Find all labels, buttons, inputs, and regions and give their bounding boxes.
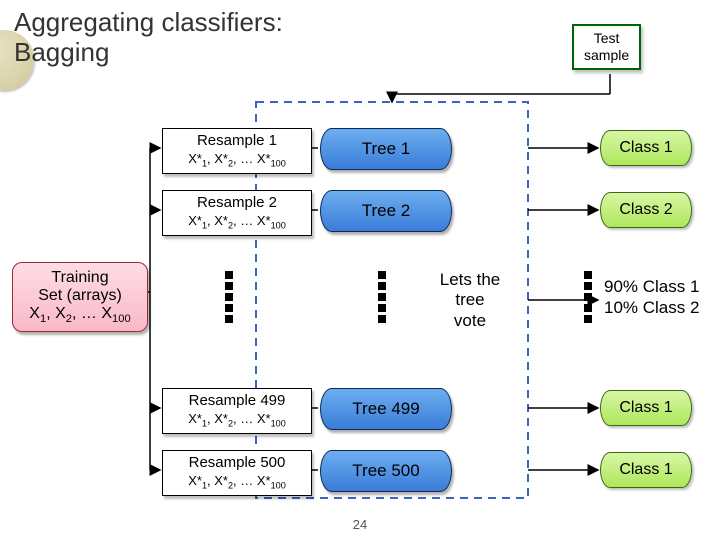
vertical-ellipsis-mid — [378, 268, 386, 326]
resample-box-499: Resample 499 X*1, X*2, … X*100 — [162, 388, 312, 434]
result-text: 90% Class 1 10% Class 2 — [604, 276, 699, 319]
resample-title: Resample 500 — [189, 454, 286, 471]
tree-label: Tree 2 — [362, 201, 411, 220]
test-sample-l2: sample — [584, 47, 629, 63]
class-box-2: Class 2 — [600, 192, 692, 228]
tree-box-499: Tree 499 — [320, 388, 452, 430]
vertical-ellipsis-right — [584, 268, 592, 326]
resample-title: Resample 1 — [197, 132, 277, 149]
tree-label: Tree 1 — [362, 139, 411, 158]
resample-title: Resample 499 — [189, 392, 286, 409]
title-line-1: Aggregating classifiers: — [14, 7, 283, 37]
resample-vars: X*1, X*2, … X*100 — [188, 473, 286, 488]
tree-label: Tree 499 — [352, 399, 419, 418]
vote-l1: Lets the — [440, 270, 501, 289]
vote-l2: tree — [455, 290, 484, 309]
class-label: Class 1 — [619, 461, 672, 478]
training-l2: Set (arrays) — [38, 287, 122, 304]
class-box-1: Class 1 — [600, 130, 692, 166]
class-label: Class 2 — [619, 201, 672, 218]
slide-title: Aggregating classifiers: Bagging — [14, 8, 283, 68]
tree-box-500: Tree 500 — [320, 450, 452, 492]
resample-title: Resample 2 — [197, 194, 277, 211]
tree-box-2: Tree 2 — [320, 190, 452, 232]
tree-box-1: Tree 1 — [320, 128, 452, 170]
test-sample-box: Test sample — [572, 24, 641, 70]
title-line-2: Bagging — [14, 37, 109, 67]
result-l1: 90% Class 1 — [604, 277, 699, 296]
test-sample-l1: Test — [594, 30, 620, 46]
class-label: Class 1 — [619, 399, 672, 416]
resample-vars: X*1, X*2, … X*100 — [188, 213, 286, 228]
training-l3: X1, X2, … X100 — [29, 305, 130, 322]
resample-box-500: Resample 500 X*1, X*2, … X*100 — [162, 450, 312, 496]
training-l1: Training — [51, 269, 108, 286]
slide-number: 24 — [0, 517, 720, 532]
class-label: Class 1 — [619, 139, 672, 156]
vertical-ellipsis-left — [225, 268, 233, 326]
resample-box-2: Resample 2 X*1, X*2, … X*100 — [162, 190, 312, 236]
vote-l3: vote — [454, 311, 486, 330]
tree-label: Tree 500 — [352, 461, 419, 480]
class-box-500: Class 1 — [600, 452, 692, 488]
vote-text: Lets the tree vote — [420, 270, 520, 331]
resample-vars: X*1, X*2, … X*100 — [188, 411, 286, 426]
resample-vars: X*1, X*2, … X*100 — [188, 151, 286, 166]
training-set-box: Training Set (arrays) X1, X2, … X100 — [12, 262, 148, 332]
result-l2: 10% Class 2 — [604, 298, 699, 317]
class-box-499: Class 1 — [600, 390, 692, 426]
resample-box-1: Resample 1 X*1, X*2, … X*100 — [162, 128, 312, 174]
